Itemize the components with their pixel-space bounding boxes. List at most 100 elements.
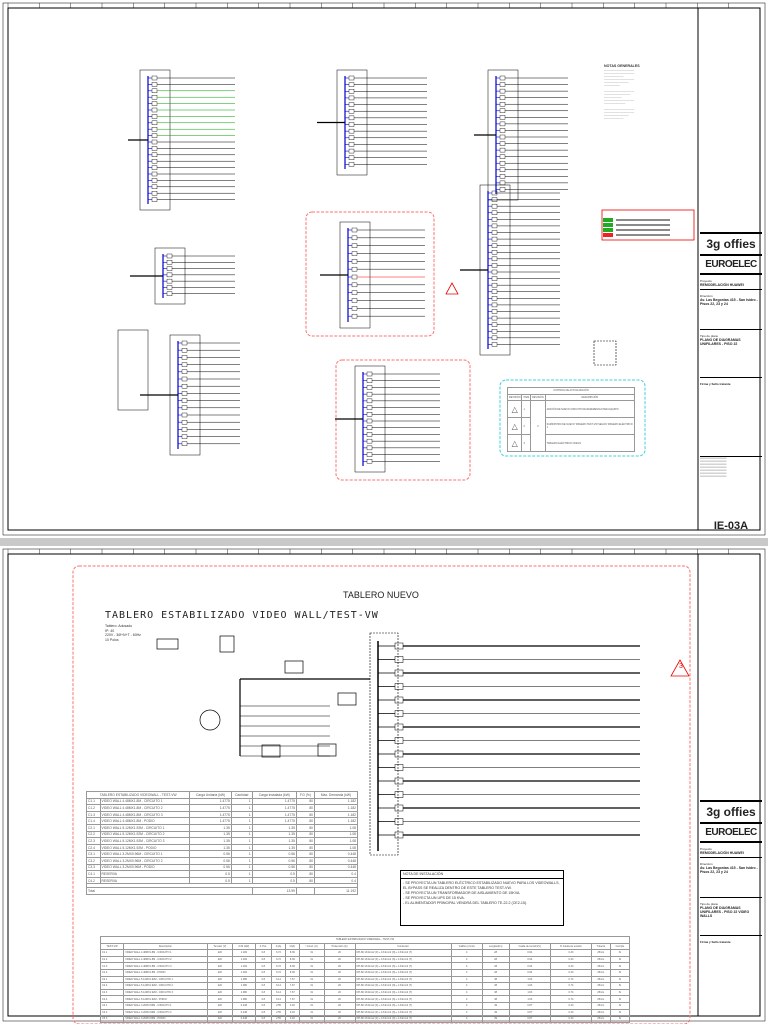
- cell: VIDEO WALL 4.48MX1.8M - CIRCUITO 1: [99, 797, 191, 806]
- breaker: [491, 210, 498, 215]
- cell: 31: [298, 955, 325, 964]
- cell: Si: [609, 955, 631, 964]
- cell: 31: [298, 988, 325, 997]
- cell: 20: [323, 1001, 356, 1010]
- revision-triangle-icon: [445, 282, 459, 295]
- header-cell: Id(A): [284, 942, 300, 951]
- legend-swatch: [603, 233, 613, 237]
- breaker: [348, 75, 355, 81]
- cell: 1: [230, 856, 253, 865]
- cell: 3: [521, 434, 532, 453]
- cell: C1.4: [86, 817, 101, 825]
- cell: 220: [206, 995, 234, 1003]
- breaker: [151, 190, 158, 196]
- cell: 25mm: [590, 949, 611, 957]
- header-cell: Carga Instalada (kW): [251, 791, 297, 799]
- table-row: C3.2 VIDEO WALL 3.2MX0.96M - CIRCUITO 2 0.…: [86, 856, 358, 865]
- cell: 49: [481, 1015, 510, 1023]
- cell: 0.56: [251, 863, 297, 872]
- cell: 0.448: [314, 856, 358, 865]
- cell: 1.182: [232, 962, 256, 970]
- table-row: C2.2 VIDEO WALL 5.12MX1.92M - CIRCUITO 22…: [99, 982, 631, 990]
- breaker: [366, 412, 373, 417]
- header-cell: DESCRIPCIÓN: [544, 393, 636, 402]
- cell: 0.43: [550, 968, 592, 977]
- breaker: [499, 121, 506, 127]
- cell: Si: [609, 988, 631, 997]
- breaker: [351, 259, 358, 264]
- cell: 220: [206, 968, 234, 977]
- cell: 1.08: [314, 837, 358, 845]
- cell: 0.5: [251, 870, 297, 878]
- breaker: [491, 282, 498, 288]
- breaker: [499, 174, 506, 179]
- cell: 20: [323, 962, 356, 970]
- cell: 25mm: [590, 1001, 611, 1010]
- cell: 80: [295, 823, 316, 832]
- cell: NH-80 1X4mm2 (F) + 1X4mm2 (N) + 1X4mm2 (…: [354, 1015, 452, 1023]
- breaker: [394, 710, 404, 717]
- cell: NH-80 1X4mm2 (F) + 1X4mm2 (N) + 1X4mm2 (…: [354, 988, 452, 997]
- breaker: [499, 167, 506, 172]
- breaker: [491, 322, 498, 327]
- cell: 0.40: [550, 1015, 592, 1023]
- breaker: [166, 266, 173, 271]
- table-row: C4.2 RESERVA 0.5 1 0.5 80 0.4: [86, 876, 358, 885]
- cell: VIDEO WALL 3.2MX0.96M - CIRCUITO 1: [123, 1001, 208, 1010]
- cell: 220: [206, 988, 234, 997]
- cell: 31: [298, 982, 325, 990]
- breaker: [491, 276, 498, 281]
- cell: 0.8: [254, 995, 273, 1003]
- cell: VIDEO WALL 5.12MX1.92M - CIRCUITO 2: [99, 830, 191, 839]
- project-address: Av. Las Begonias 415 - San Isidro - Piso…: [700, 866, 762, 898]
- cell: 80: [295, 850, 316, 858]
- breaker: [351, 274, 358, 280]
- cell: 80: [295, 797, 316, 806]
- client-logo: 3g offies: [700, 232, 762, 256]
- header-cell: Longitud(m): [481, 942, 510, 951]
- breaker: [366, 459, 373, 464]
- cell: 1: [230, 804, 253, 812]
- cell: 31: [298, 1001, 325, 1010]
- cell: 0.8: [254, 988, 273, 997]
- breaker: [366, 438, 373, 444]
- cell: 220: [206, 962, 234, 970]
- breaker: [394, 804, 404, 812]
- cell: VIDEO WALL 4.48MX1.8M - PODIO: [123, 968, 208, 977]
- breaker: [394, 764, 404, 771]
- board-specs: Tablero: Adosado IP: 40 220V - 3Ø+N+T - …: [105, 624, 141, 642]
- cell: 20: [323, 1008, 356, 1017]
- cell: 25mm: [590, 968, 611, 977]
- cell: 31: [298, 949, 325, 957]
- cell: 1: [230, 843, 253, 852]
- cell: 25mm: [590, 955, 611, 964]
- note-line: - SE PROYECTA UN TABLERO ELÉCTRICO ESTAB…: [403, 881, 560, 890]
- cell: 0.74: [550, 995, 592, 1003]
- cell: 20: [323, 968, 356, 977]
- table-row: C1.1 VIDEO WALL 4.48MX1.8M - CIRCUITO 1 22…: [99, 949, 631, 957]
- breaker: [499, 147, 506, 153]
- breaker: [151, 133, 158, 138]
- cell: C2.3: [99, 988, 125, 997]
- cell: VIDEO WALL 3.2MX0.96M - CIRCUITO 2: [123, 1008, 208, 1017]
- cell: 20: [323, 982, 356, 990]
- cell: 20: [323, 1015, 356, 1023]
- cell: Si: [609, 968, 631, 977]
- cell: 0.74: [550, 988, 592, 997]
- cell: 1.4775: [189, 817, 232, 825]
- header-cell: Tubería: [590, 942, 611, 951]
- table-row: C2.4 VIDEO WALL 5.12MX1.92M - PODIO 220 1.0…: [99, 995, 631, 1003]
- header-cell: Protección (A): [323, 942, 356, 951]
- cell: 25mm: [590, 975, 611, 984]
- breaker: [181, 398, 188, 403]
- breaker: [151, 197, 158, 202]
- cell: NH-80 1X4mm2 (F) + 1X4mm2 (N) + 1X4mm2 (…: [354, 1001, 452, 1010]
- cell: 80: [295, 863, 316, 872]
- cell: 220: [206, 949, 234, 957]
- breaker: [499, 180, 506, 186]
- cell: 25mm: [590, 962, 611, 970]
- breaker: [499, 187, 506, 192]
- header-cell: Calibre (mm2): [450, 942, 483, 951]
- breaker: [151, 114, 158, 119]
- breaker: [499, 154, 506, 159]
